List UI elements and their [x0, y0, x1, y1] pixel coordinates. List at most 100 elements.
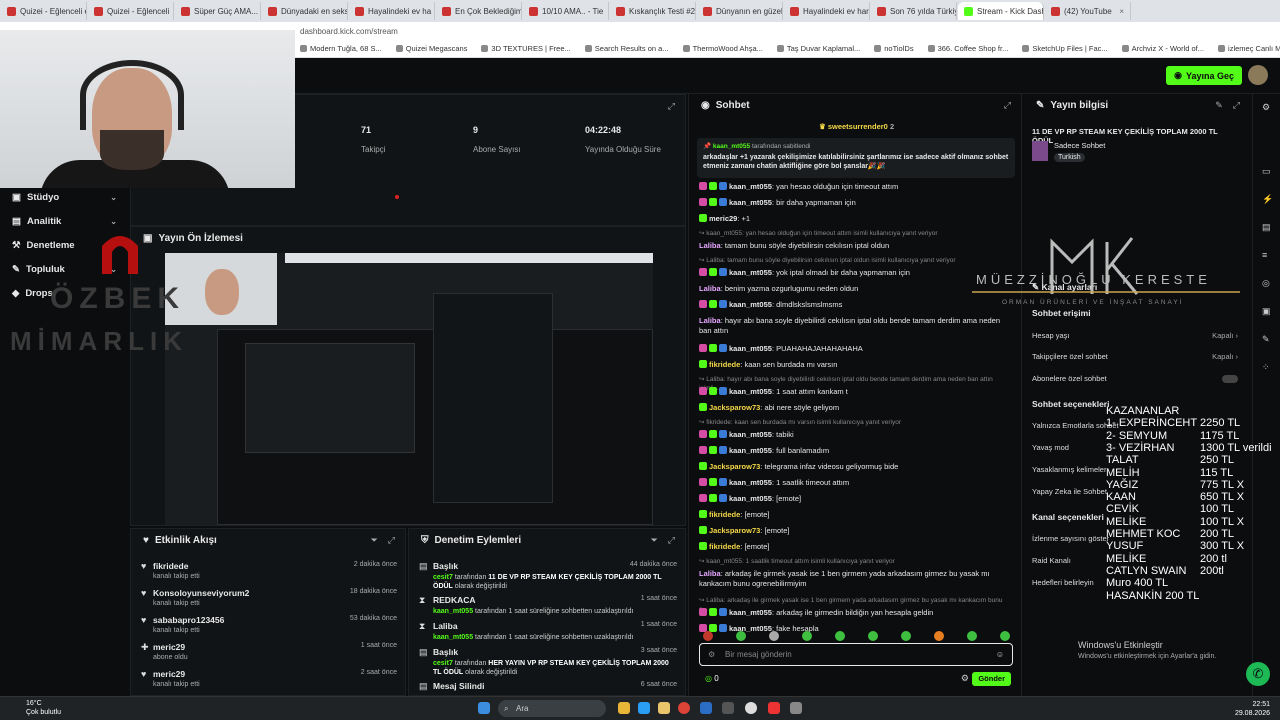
browser-tab[interactable]: Quizei - Eğlenceli e×: [1, 2, 87, 20]
emote-icon[interactable]: [901, 631, 911, 641]
chat-message[interactable]: Jacksparow73: [emote]: [699, 526, 1011, 536]
chat-message[interactable]: fikridede: kaan sen burdada mı varsın: [699, 360, 1011, 370]
wrench-icon[interactable]: ✎: [1262, 334, 1270, 345]
list-icon[interactable]: ≡: [1262, 250, 1267, 260]
subscribers-only-toggle[interactable]: [1222, 375, 1238, 383]
chat-message[interactable]: kaan_mt055: dlmdlskslsmslmsms: [699, 300, 1011, 310]
chat-settings-icon[interactable]: ⚙: [961, 673, 969, 684]
points-display[interactable]: ◎ 0: [705, 674, 719, 683]
filter-icon[interactable]: ⏷: [651, 535, 658, 546]
chat-message[interactable]: kaan_mt055: [emote]: [699, 494, 1011, 504]
chat-bubble-icon[interactable]: ✆: [1246, 662, 1270, 686]
expand-icon[interactable]: ⤢: [1233, 100, 1240, 111]
file-explorer-icon[interactable]: [618, 702, 630, 714]
app-icon[interactable]: [790, 702, 802, 714]
emote-icon[interactable]: [703, 631, 713, 641]
bookmark-item[interactable]: ThermoWood Ahşa...: [682, 44, 763, 53]
target-icon[interactable]: ◎: [1262, 278, 1270, 289]
bookmark-item[interactable]: Modern Tuğla, 68 S...: [300, 44, 382, 53]
chat-message[interactable]: kaan_mt055: 1 saat attım kankam t: [699, 387, 1011, 397]
browser-tab[interactable]: Kıskançlık Testi #2×: [610, 2, 696, 20]
emote-icon[interactable]: [1000, 631, 1010, 641]
browser-tab[interactable]: 10/10 AMA.. - Tie×: [523, 2, 609, 20]
chat-message[interactable]: Laliba: tamam bunu söyle diyebilirsin ce…: [699, 241, 1011, 251]
chat-message[interactable]: fikridede: [emote]: [699, 542, 1011, 552]
expand-icon[interactable]: ⤢: [388, 535, 395, 546]
emote-icon[interactable]: [769, 631, 779, 641]
edge-icon[interactable]: [638, 702, 650, 714]
bookmark-item[interactable]: izlemeç Canlı Maç İ...: [1218, 44, 1280, 53]
chat-message[interactable]: kaan_mt055: fake hesapla: [699, 624, 1011, 634]
chat-message[interactable]: kaan_mt055: yok iptal olmadı bir daha ya…: [699, 268, 1011, 278]
panel-icon[interactable]: ▭: [1262, 166, 1271, 177]
emote-icon[interactable]: [835, 631, 845, 641]
obs-icon[interactable]: [745, 702, 757, 714]
browser-tab[interactable]: Stream - Kick Dash×: [958, 2, 1044, 20]
avatar[interactable]: [1248, 65, 1268, 85]
subscribers-only-row[interactable]: Abonelere özel sohbet: [1032, 374, 1238, 383]
chat-message[interactable]: kaan_mt055: arkadaş ile girmedin bildiği…: [699, 608, 1011, 618]
vscode-icon[interactable]: [700, 702, 712, 714]
browser-tab[interactable]: Süper Güç AMA...×: [175, 2, 261, 20]
box-icon[interactable]: ▣: [1262, 306, 1271, 317]
go-live-button[interactable]: ◉ Yayına Geç: [1166, 66, 1242, 85]
grid-icon[interactable]: ⁘: [1262, 362, 1270, 373]
chat-message[interactable]: kaan_mt055: full banlamadım: [699, 446, 1011, 456]
bookmark-item[interactable]: Search Results on a...: [584, 44, 669, 53]
chat-message[interactable]: meric29: +1: [699, 214, 1011, 224]
close-icon[interactable]: ×: [1119, 7, 1124, 16]
emote-icon[interactable]: [967, 631, 977, 641]
bookmark-item[interactable]: noTiolDs: [874, 44, 914, 53]
chat-message[interactable]: Laliba: hayır abı bana soyle diyebilirdi…: [699, 316, 1011, 336]
browser-tab[interactable]: Hayalindeki ev ha×: [349, 2, 435, 20]
send-button[interactable]: Gönder: [972, 672, 1011, 686]
chat-message[interactable]: fikridede: [emote]: [699, 510, 1011, 520]
browser-tab[interactable]: Dünyanın en güzel×: [697, 2, 783, 20]
bookmark-item[interactable]: Taş Duvar Kaplamal...: [776, 44, 860, 53]
settings-icon[interactable]: ⚙: [1262, 102, 1270, 113]
chat-message[interactable]: Jacksparow73: abi nere söyle geliyom: [699, 403, 1011, 413]
bookmark-item[interactable]: SketchUp Files | Fac...: [1022, 44, 1108, 53]
expand-icon[interactable]: ⤢: [1004, 100, 1011, 111]
edit-icon[interactable]: ✎: [1215, 100, 1223, 111]
chat-message[interactable]: kaan_mt055: PUAHAHAJAHAHAHAHA: [699, 344, 1011, 354]
weather-widget[interactable]: 16°C Çok bulutlu: [26, 700, 61, 718]
emoji-icon[interactable]: ☺: [996, 644, 1004, 665]
browser-tab[interactable]: (42) YouTube ×: [1045, 2, 1131, 20]
bookmark-item[interactable]: 366. Coffee Shop fr...: [927, 44, 1008, 53]
url-text[interactable]: dashboard.kick.com/stream: [300, 27, 398, 36]
system-clock[interactable]: 22:51 29.08.2026: [1235, 700, 1270, 718]
browser-tab[interactable]: Hayalindeki ev har×: [784, 2, 870, 20]
pinned-message[interactable]: 📌 kaan_mt055 tarafından sabitlendi arkad…: [697, 138, 1015, 178]
chat-message[interactable]: Jacksparow73: telegrama infaz videosu ge…: [699, 462, 1011, 472]
recorder-icon[interactable]: [768, 702, 780, 714]
chat-message[interactable]: kaan_mt055: yan hesao olduğun için timeo…: [699, 182, 1011, 192]
chat-input[interactable]: Bir mesaj gönderin ⚙ ☺: [699, 643, 1013, 666]
bookmark-item[interactable]: Archviz X - World of...: [1121, 44, 1204, 53]
chat-message[interactable]: Laliba: benim yazma ozgurlugumu neden ol…: [699, 284, 1011, 294]
browser-tab[interactable]: Son 76 yılda Türkiy×: [871, 2, 957, 20]
close-icon[interactable]: ×: [173, 7, 174, 16]
bookmark-item[interactable]: 3D TEXTURES | Free...: [481, 44, 571, 53]
browser-tab[interactable]: En Çok Beklediğim×: [436, 2, 522, 20]
document-icon[interactable]: ▤: [1262, 222, 1271, 233]
followers-only-row[interactable]: Takipçilere özel sohbet Kapalı ›: [1032, 352, 1238, 361]
settings-icon[interactable]: ⚙: [708, 644, 715, 665]
chat-message[interactable]: Laliba: arkadaş ile girmek yasak ise 1 b…: [699, 569, 1011, 589]
close-icon[interactable]: ×: [607, 7, 608, 16]
account-age-row[interactable]: Hesap yaşı Kapalı ›: [1032, 331, 1238, 340]
folder-icon[interactable]: [658, 702, 670, 714]
bookmark-item[interactable]: Quizei Megascans: [395, 44, 467, 53]
emote-icon[interactable]: [736, 631, 746, 641]
chat-message[interactable]: kaan_mt055: 1 saatlik timeout attım: [699, 478, 1011, 488]
emote-icon[interactable]: [868, 631, 878, 641]
chat-message[interactable]: kaan_mt055: bir daha yapmaman için: [699, 198, 1011, 208]
sidebar-item-studio[interactable]: ▣ Stüdyo ⌄: [12, 192, 117, 203]
lightning-icon[interactable]: ⚡: [1262, 194, 1273, 205]
app-icon[interactable]: [722, 702, 734, 714]
chrome-icon[interactable]: [678, 702, 690, 714]
chat-message[interactable]: kaan_mt055: tabiki: [699, 430, 1011, 440]
filter-icon[interactable]: ⏷: [371, 535, 378, 546]
taskbar-search[interactable]: ⌕ Ara: [498, 700, 606, 717]
emote-icon[interactable]: [802, 631, 812, 641]
